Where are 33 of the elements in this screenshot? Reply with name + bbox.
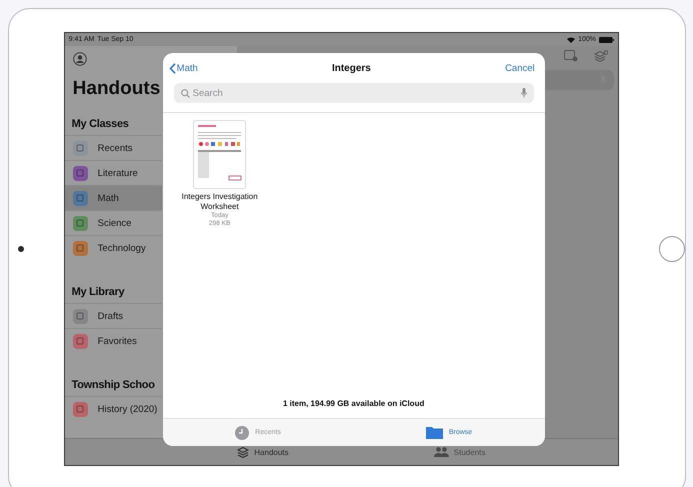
profile-icon[interactable] xyxy=(72,52,87,66)
sidebar-item[interactable]: Drafts xyxy=(64,303,162,328)
chevron-left-icon xyxy=(168,62,176,74)
wifi-icon xyxy=(567,36,576,42)
section-heading: Township Schoo xyxy=(72,379,155,391)
sidebar-item[interactable]: Favorites xyxy=(64,328,162,353)
sidebar-title: Handouts xyxy=(72,78,160,100)
camera-dot xyxy=(18,246,24,252)
sidebar-item[interactable]: Technology xyxy=(64,235,162,260)
sidebar-item[interactable]: Science xyxy=(64,210,162,235)
image-icon[interactable] xyxy=(564,50,578,62)
cancel-button[interactable]: Cancel xyxy=(505,62,535,74)
tab-item[interactable]: Handouts xyxy=(233,444,293,460)
search-icon xyxy=(180,88,190,98)
sheet-title: Integers xyxy=(332,62,371,74)
back-button[interactable]: Math xyxy=(168,62,198,74)
people-icon xyxy=(434,447,449,457)
search-field[interactable]: Search xyxy=(174,83,534,103)
file-name: Integers Investigation Worksheet xyxy=(180,192,259,212)
sidebar-item[interactable]: Math xyxy=(64,185,162,210)
clock-icon xyxy=(235,426,250,440)
layers-icon xyxy=(237,446,250,458)
home-button[interactable] xyxy=(659,236,685,262)
battery-icon xyxy=(599,36,614,42)
section-heading: My Library xyxy=(72,286,124,298)
storage-summary: 1 item, 194.99 GB available on iCloud xyxy=(282,399,426,410)
layers-icon[interactable] xyxy=(594,50,608,62)
microphone-icon[interactable] xyxy=(520,88,527,98)
search-input[interactable]: Search xyxy=(192,88,518,98)
sidebar-item[interactable]: History (2020) xyxy=(64,396,162,421)
section-heading: My Classes xyxy=(72,118,129,130)
document-thumbnail xyxy=(193,120,246,189)
sidebar-item[interactable]: Recents xyxy=(64,135,162,160)
